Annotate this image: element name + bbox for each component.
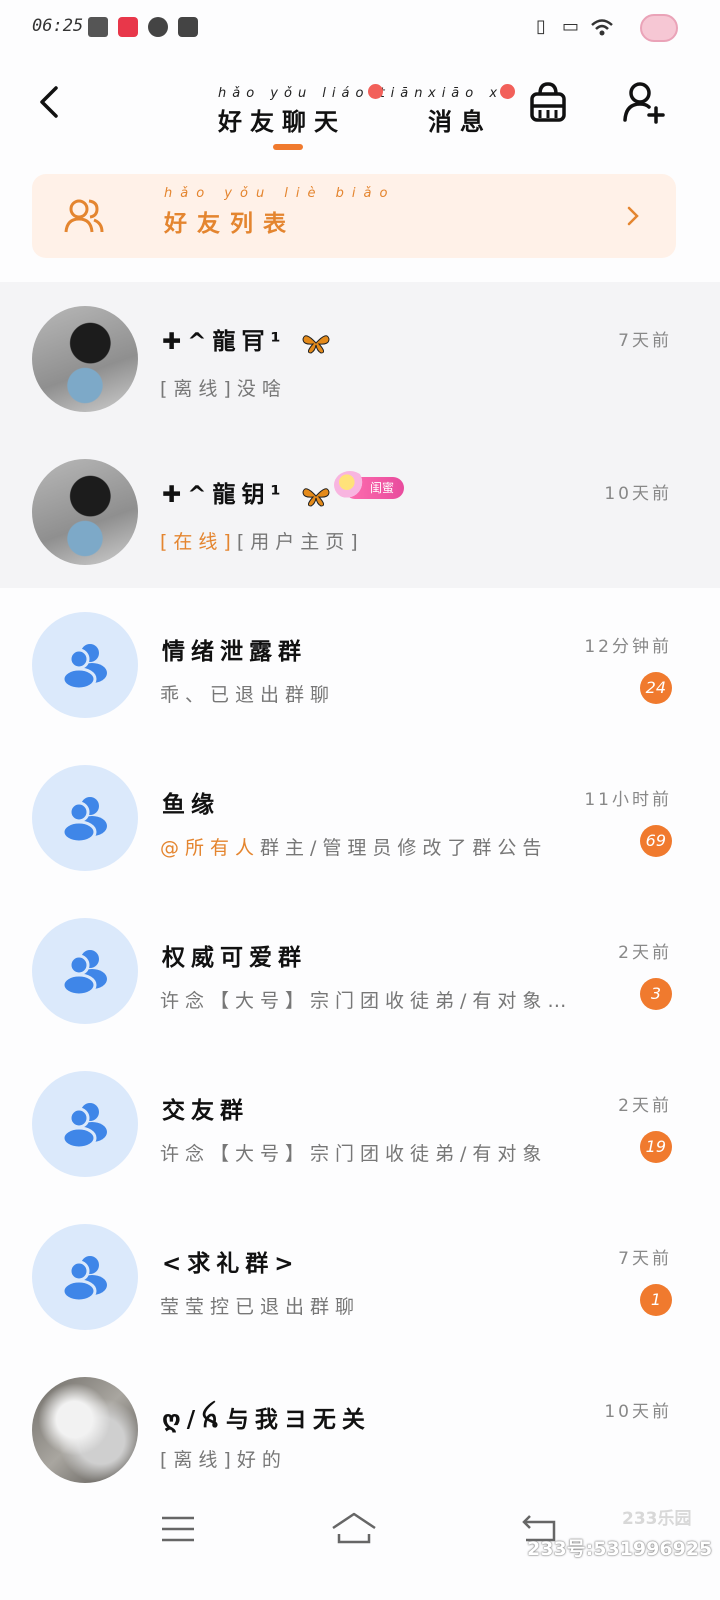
conversation-row[interactable]: ✚^龍钥¹ 闺蜜 [在线][用户主页] 10天前 xyxy=(0,435,720,588)
conversation-row[interactable]: ✚^龍肎¹ [离线]没啥 7天前 xyxy=(0,282,720,435)
timestamp: 7天前 xyxy=(618,1249,672,1269)
conversation-row[interactable]: 交友群 许念【大号】宗门团收徒弟/有对象 2天前 19 xyxy=(0,1047,720,1200)
avatar xyxy=(32,1377,138,1483)
conversation-name: 鱼缘 xyxy=(162,792,220,818)
conversation-name: 情绪泄露群 xyxy=(162,639,307,665)
unread-dot xyxy=(368,84,383,99)
conversation-name: 交友群 xyxy=(162,1098,249,1124)
timestamp: 2天前 xyxy=(618,1096,672,1116)
back-icon[interactable] xyxy=(32,82,72,122)
conversation-name: <求礼群> xyxy=(162,1251,300,1277)
friends-icon xyxy=(64,199,104,233)
online-status: [在线] xyxy=(160,531,237,553)
active-tab-indicator xyxy=(273,144,303,150)
group-icon xyxy=(61,644,107,691)
group-icon xyxy=(61,1103,107,1150)
timestamp: 12分钟前 xyxy=(584,637,672,657)
sim-icon: ▭ xyxy=(562,16,580,37)
avatar xyxy=(32,612,138,718)
cleanup-bag-icon[interactable] xyxy=(526,80,570,124)
avatar xyxy=(32,459,138,565)
unread-badge: 24 xyxy=(639,672,672,704)
avatar xyxy=(32,1224,138,1330)
group-icon xyxy=(61,797,107,844)
unread-dot xyxy=(500,84,515,99)
wifi-icon xyxy=(591,19,613,36)
add-friend-icon[interactable] xyxy=(622,80,666,124)
conversation-row[interactable]: ღ/ꫝ与我ヨ无关 [离线]好的 10天前 xyxy=(0,1353,720,1506)
conversation-row[interactable]: 权威可爱群 许念【大号】宗门团收徒弟/有对象… 2天前 3 xyxy=(0,894,720,1047)
chevron-right-icon xyxy=(627,206,639,226)
tab-messages[interactable]: xiāo xī 消息 xyxy=(428,86,507,137)
last-message: [在线][用户主页] xyxy=(160,531,364,553)
avatar xyxy=(32,765,138,871)
conversation-name: 权威可爱群 xyxy=(162,945,307,971)
unread-badge: 19 xyxy=(639,1131,672,1163)
butterfly-icon xyxy=(302,334,330,354)
butterfly-icon xyxy=(302,487,330,507)
unread-badge: 69 xyxy=(639,825,672,857)
timestamp: 11小时前 xyxy=(584,790,672,810)
conversation-row[interactable]: 情绪泄露群 乖、已退出群聊 12分钟前 24 xyxy=(0,588,720,741)
vibrate-icon: ▯ xyxy=(536,16,546,37)
last-message: 乖、已退出群聊 xyxy=(160,684,336,706)
friend-list-label: 好友列表 xyxy=(164,211,296,237)
last-message: [离线]好的 xyxy=(160,1449,287,1471)
last-message: 许念【大号】宗门团收徒弟/有对象… xyxy=(160,990,573,1012)
leaf-icon xyxy=(148,17,168,37)
tab-pinyin: hǎo yǒu liáo tiān xyxy=(218,86,429,101)
friend-list-card[interactable]: hǎo yǒu liè biǎo 好友列表 xyxy=(32,174,676,258)
relationship-tag: 闺蜜 xyxy=(333,471,405,499)
group-icon xyxy=(61,950,107,997)
unread-badge: 3 xyxy=(640,978,672,1010)
avatar xyxy=(32,1071,138,1177)
app-badge-icon xyxy=(118,17,138,37)
last-message: 莹莹控已退出群聊 xyxy=(160,1296,361,1318)
watermark-id: 233号:531996925 xyxy=(527,1538,713,1560)
user-avatar-icon[interactable] xyxy=(640,14,678,42)
menu-icon[interactable] xyxy=(160,1514,196,1544)
conversation-row[interactable]: <求礼群> 莹莹控已退出群聊 7天前 1 xyxy=(0,1200,720,1353)
status-time: 06:25 xyxy=(32,16,84,36)
conversation-name: ღ/ꫝ与我ヨ无关 xyxy=(162,1407,371,1433)
conversation-name: ✚^龍钥¹ xyxy=(162,475,331,509)
unread-badge: 1 xyxy=(640,1284,672,1316)
last-message: 许念【大号】宗门团收徒弟/有对象 xyxy=(160,1143,548,1165)
database-icon xyxy=(88,17,108,37)
home-icon[interactable] xyxy=(330,1510,378,1546)
timestamp: 10天前 xyxy=(604,1402,672,1422)
watermark-logo: 233乐园 xyxy=(622,1509,692,1529)
group-icon xyxy=(61,1256,107,1303)
conversation-row[interactable]: 鱼缘 @所有人群主/管理员修改了群公告 11小时前 69 xyxy=(0,741,720,894)
tab-friend-chat[interactable]: hǎo yǒu liáo tiān 好友聊天 xyxy=(218,86,423,137)
timestamp: 7天前 xyxy=(618,331,672,351)
mail-icon xyxy=(178,17,198,37)
mention-tag: @所有人 xyxy=(160,837,261,859)
status-bar: 06:25 ▯ ▭ xyxy=(0,0,720,56)
conversation-name: ✚^龍肎¹ xyxy=(162,322,331,356)
timestamp: 10天前 xyxy=(604,484,672,504)
last-message: @所有人群主/管理员修改了群公告 xyxy=(160,837,548,859)
system-nav-bar: 233乐园 233号:531996925 xyxy=(0,1492,720,1600)
avatar xyxy=(32,918,138,1024)
last-message: [离线]没啥 xyxy=(160,378,287,400)
avatar xyxy=(32,306,138,412)
friend-list-pinyin: hǎo yǒu liè biǎo xyxy=(164,186,396,201)
timestamp: 2天前 xyxy=(618,943,672,963)
